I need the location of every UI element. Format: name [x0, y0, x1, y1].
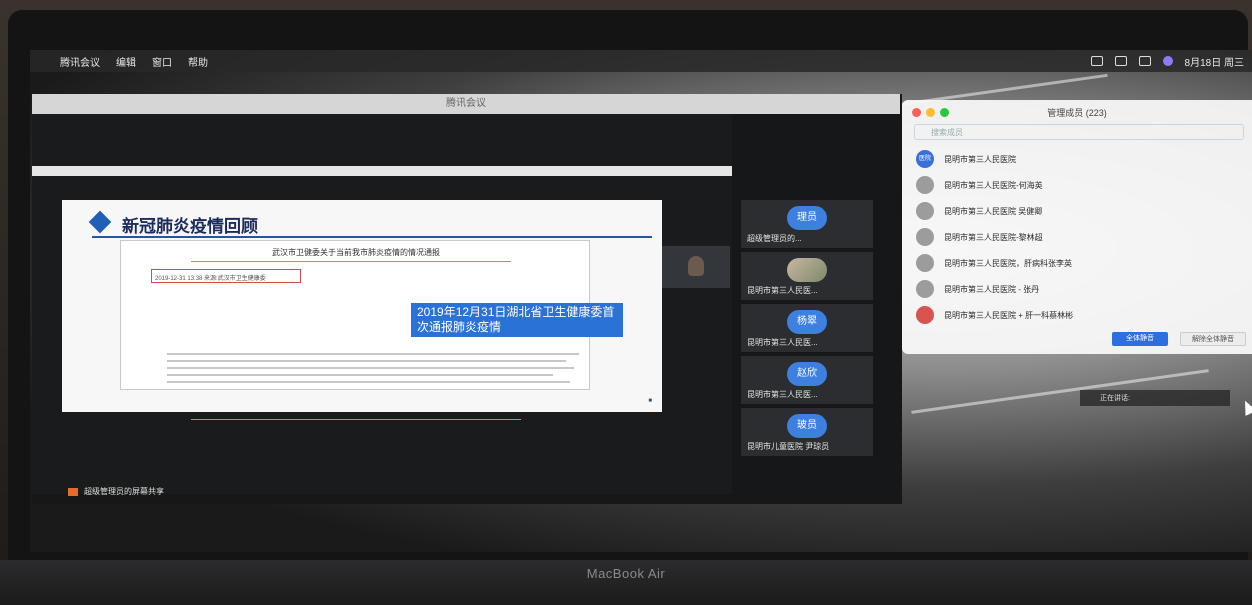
speaking-indicator: 正在讲话:: [1080, 390, 1230, 406]
member-avatar: [916, 254, 934, 272]
participant-name: 超级管理员的...: [747, 234, 802, 243]
slide-rule: [92, 236, 652, 238]
participant-tile[interactable]: 赵欣 昆明市第三人民医...: [741, 356, 873, 404]
participant-tile[interactable]: 玻员 昆明市儿童医院 尹琼员: [741, 408, 873, 456]
sharing-label: 超级管理员的屏幕共享: [84, 487, 164, 496]
menu-edit[interactable]: 编辑: [116, 54, 136, 69]
participant-tile[interactable]: 理员 超级管理员的...: [741, 200, 873, 248]
keyboard-icon[interactable]: [1090, 56, 1103, 66]
member-name: 昆明市第三人民医院-何海英: [944, 180, 1043, 190]
member-row[interactable]: 昆明市第三人民医院 吴健卿: [916, 202, 1042, 220]
callout-box: 2019年12月31日湖北省卫生健康委首次通报肺炎疫情: [411, 303, 623, 337]
participant-name: 昆明市第三人民医...: [747, 286, 818, 295]
mute-all-button[interactable]: 全体静音: [1112, 332, 1168, 346]
share-icon: [68, 487, 78, 496]
document-screenshot: 武汉市卫健委关于当前我市肺炎疫情的情况通报 2019-12-31 13:38 来…: [120, 240, 623, 420]
menu-help[interactable]: 帮助: [188, 54, 208, 69]
participant-tile[interactable]: 杨翠 昆明市第三人民医...: [741, 304, 873, 352]
participant-name: 昆明市儿童医院 尹琼员: [747, 442, 830, 451]
participant-name: 昆明市第三人民医...: [747, 338, 818, 347]
doc-body: [167, 353, 587, 388]
doc-bottom-rule: [191, 419, 521, 420]
share-toolbar-strip: [32, 166, 732, 176]
screen-share-area: 新冠肺炎疫情回顾 武汉市卫健委关于当前我市肺炎疫情的情况通报 2019-12-3…: [32, 114, 732, 494]
members-panel: 管理成员 (223) 搜索成员 医院 昆明市第三人民医院 昆明市第三人民医院-何…: [902, 100, 1252, 354]
slide-footer-logo: ■: [648, 398, 652, 404]
screen: 腾讯会议 编辑 窗口 帮助 8月18日 周三 腾讯会议 新冠肺炎疫情回顾 武汉市…: [30, 50, 1252, 552]
slide-title: 新冠肺炎疫情回顾: [122, 217, 258, 236]
meeting-titlebar: 腾讯会议: [32, 94, 900, 114]
member-name: 昆明市第三人民医院 吴健卿: [944, 206, 1043, 216]
member-name: 昆明市第三人民医院-黎林超: [944, 232, 1043, 242]
member-row[interactable]: 昆明市第三人民医院 + 肝一科蔡林彬: [916, 306, 1073, 324]
member-avatar: 医院: [916, 150, 934, 168]
siri-icon[interactable]: [1162, 56, 1173, 66]
control-center-icon[interactable]: [1138, 56, 1151, 66]
battery-icon[interactable]: [1114, 56, 1127, 66]
participant-avatar: 玻员: [787, 414, 827, 438]
member-name: 昆明市第三人民医院: [944, 154, 1016, 164]
members-title: 管理成员 (223): [1047, 108, 1107, 118]
member-row[interactable]: 昆明市第三人民医院，肝病科张李英: [916, 254, 1072, 272]
participant-avatar: 杨翠: [787, 310, 827, 334]
member-name: 昆明市第三人民医院，肝病科张李英: [944, 258, 1072, 268]
participant-list: 理员 超级管理员的... 昆明市第三人民医... 杨翠 昆明市第三人民医... …: [741, 200, 873, 460]
mouse-cursor: [1239, 398, 1252, 416]
doc-meta: 2019-12-31 13:38 来源:武汉市卫生健康委: [151, 269, 301, 283]
member-avatar: [916, 228, 934, 246]
member-row[interactable]: 昆明市第三人民医院-黎林超: [916, 228, 1043, 246]
member-row[interactable]: 医院 昆明市第三人民医院: [916, 150, 1016, 168]
participant-avatar: 赵欣: [787, 362, 827, 386]
presenter-avatar: [688, 256, 704, 276]
slide-logo-icon: [88, 210, 112, 234]
member-name: 昆明市第三人民医院 - 张丹: [944, 284, 1040, 294]
presentation-slide: 新冠肺炎疫情回顾 武汉市卫健委关于当前我市肺炎疫情的情况通报 2019-12-3…: [62, 200, 662, 420]
menubar: 腾讯会议 编辑 窗口 帮助 8月18日 周三: [30, 50, 1252, 72]
unmute-all-button[interactable]: 解除全体静音: [1180, 332, 1246, 346]
member-name: 昆明市第三人民医院 + 肝一科蔡林彬: [944, 310, 1074, 320]
participant-avatar: [787, 258, 827, 282]
doc-divider: [191, 261, 511, 262]
menu-window[interactable]: 窗口: [152, 54, 172, 69]
member-row[interactable]: 昆明市第三人民医院-何海英: [916, 176, 1043, 194]
member-avatar: [916, 176, 934, 194]
member-row[interactable]: 昆明市第三人民医院 - 张丹: [916, 280, 1039, 298]
presenter-video[interactable]: [662, 246, 730, 288]
participant-avatar: 理员: [787, 206, 827, 230]
device-label: MacBook Air: [586, 566, 666, 581]
sharing-indicator: 超级管理员的屏幕共享: [68, 486, 164, 497]
doc-header: 武汉市卫健委关于当前我市肺炎疫情的情况通报: [272, 248, 440, 257]
member-avatar: [916, 202, 934, 220]
menubar-date[interactable]: 8月18日 周三: [1185, 54, 1244, 69]
member-search-input[interactable]: 搜索成员: [914, 124, 1244, 140]
participant-tile[interactable]: 昆明市第三人民医...: [741, 252, 873, 300]
member-avatar: [916, 280, 934, 298]
participant-name: 昆明市第三人民医...: [747, 390, 818, 399]
status-area: 8月18日 周三: [1090, 50, 1244, 72]
member-avatar: [916, 306, 934, 324]
menu-app-name[interactable]: 腾讯会议: [60, 54, 100, 69]
